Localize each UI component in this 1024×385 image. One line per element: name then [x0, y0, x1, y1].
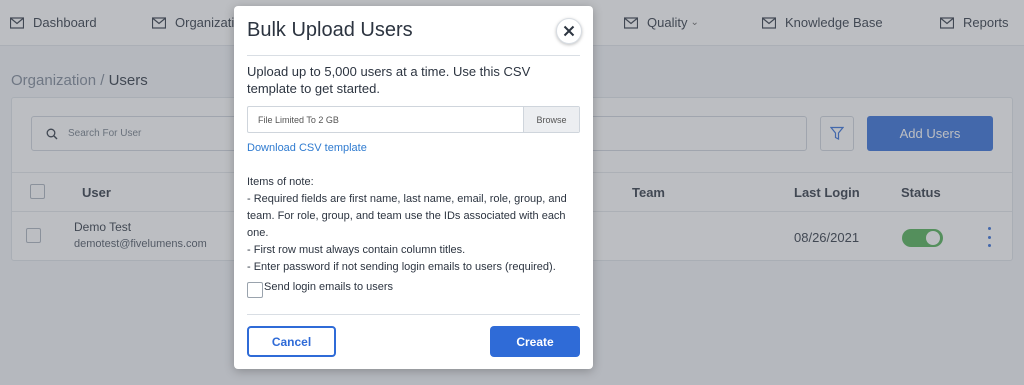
browse-button[interactable]: Browse: [523, 107, 579, 132]
notes-item: - First row must always contain column t…: [247, 244, 466, 256]
create-button[interactable]: Create: [490, 326, 580, 357]
notes-item: - Enter password if not sending login em…: [247, 261, 556, 273]
notes-heading: Items of note:: [247, 176, 314, 188]
download-csv-template-link[interactable]: Download CSV template: [247, 142, 367, 154]
close-button[interactable]: [556, 18, 582, 44]
cancel-button[interactable]: Cancel: [247, 326, 336, 357]
close-icon: [563, 25, 575, 37]
file-placeholder[interactable]: File Limited To 2 GB: [248, 107, 523, 132]
modal-title: Bulk Upload Users: [247, 19, 413, 41]
notes-item: - Required fields are first name, last n…: [247, 193, 567, 239]
notes-block: Items of note: - Required fields are fir…: [247, 174, 582, 276]
modal-footer-divider: [247, 314, 580, 315]
send-login-emails-option[interactable]: Send login emails to users: [247, 279, 394, 298]
send-login-emails-checkbox[interactable]: [247, 282, 263, 298]
send-login-emails-label: Send login emails to users: [264, 281, 394, 293]
file-upload-field[interactable]: File Limited To 2 GB Browse: [247, 106, 580, 133]
modal-intro-text: Upload up to 5,000 users at a time. Use …: [247, 64, 531, 96]
modal-header-divider: [247, 55, 580, 56]
bulk-upload-modal: Bulk Upload Users Upload up to 5,000 use…: [234, 6, 593, 369]
